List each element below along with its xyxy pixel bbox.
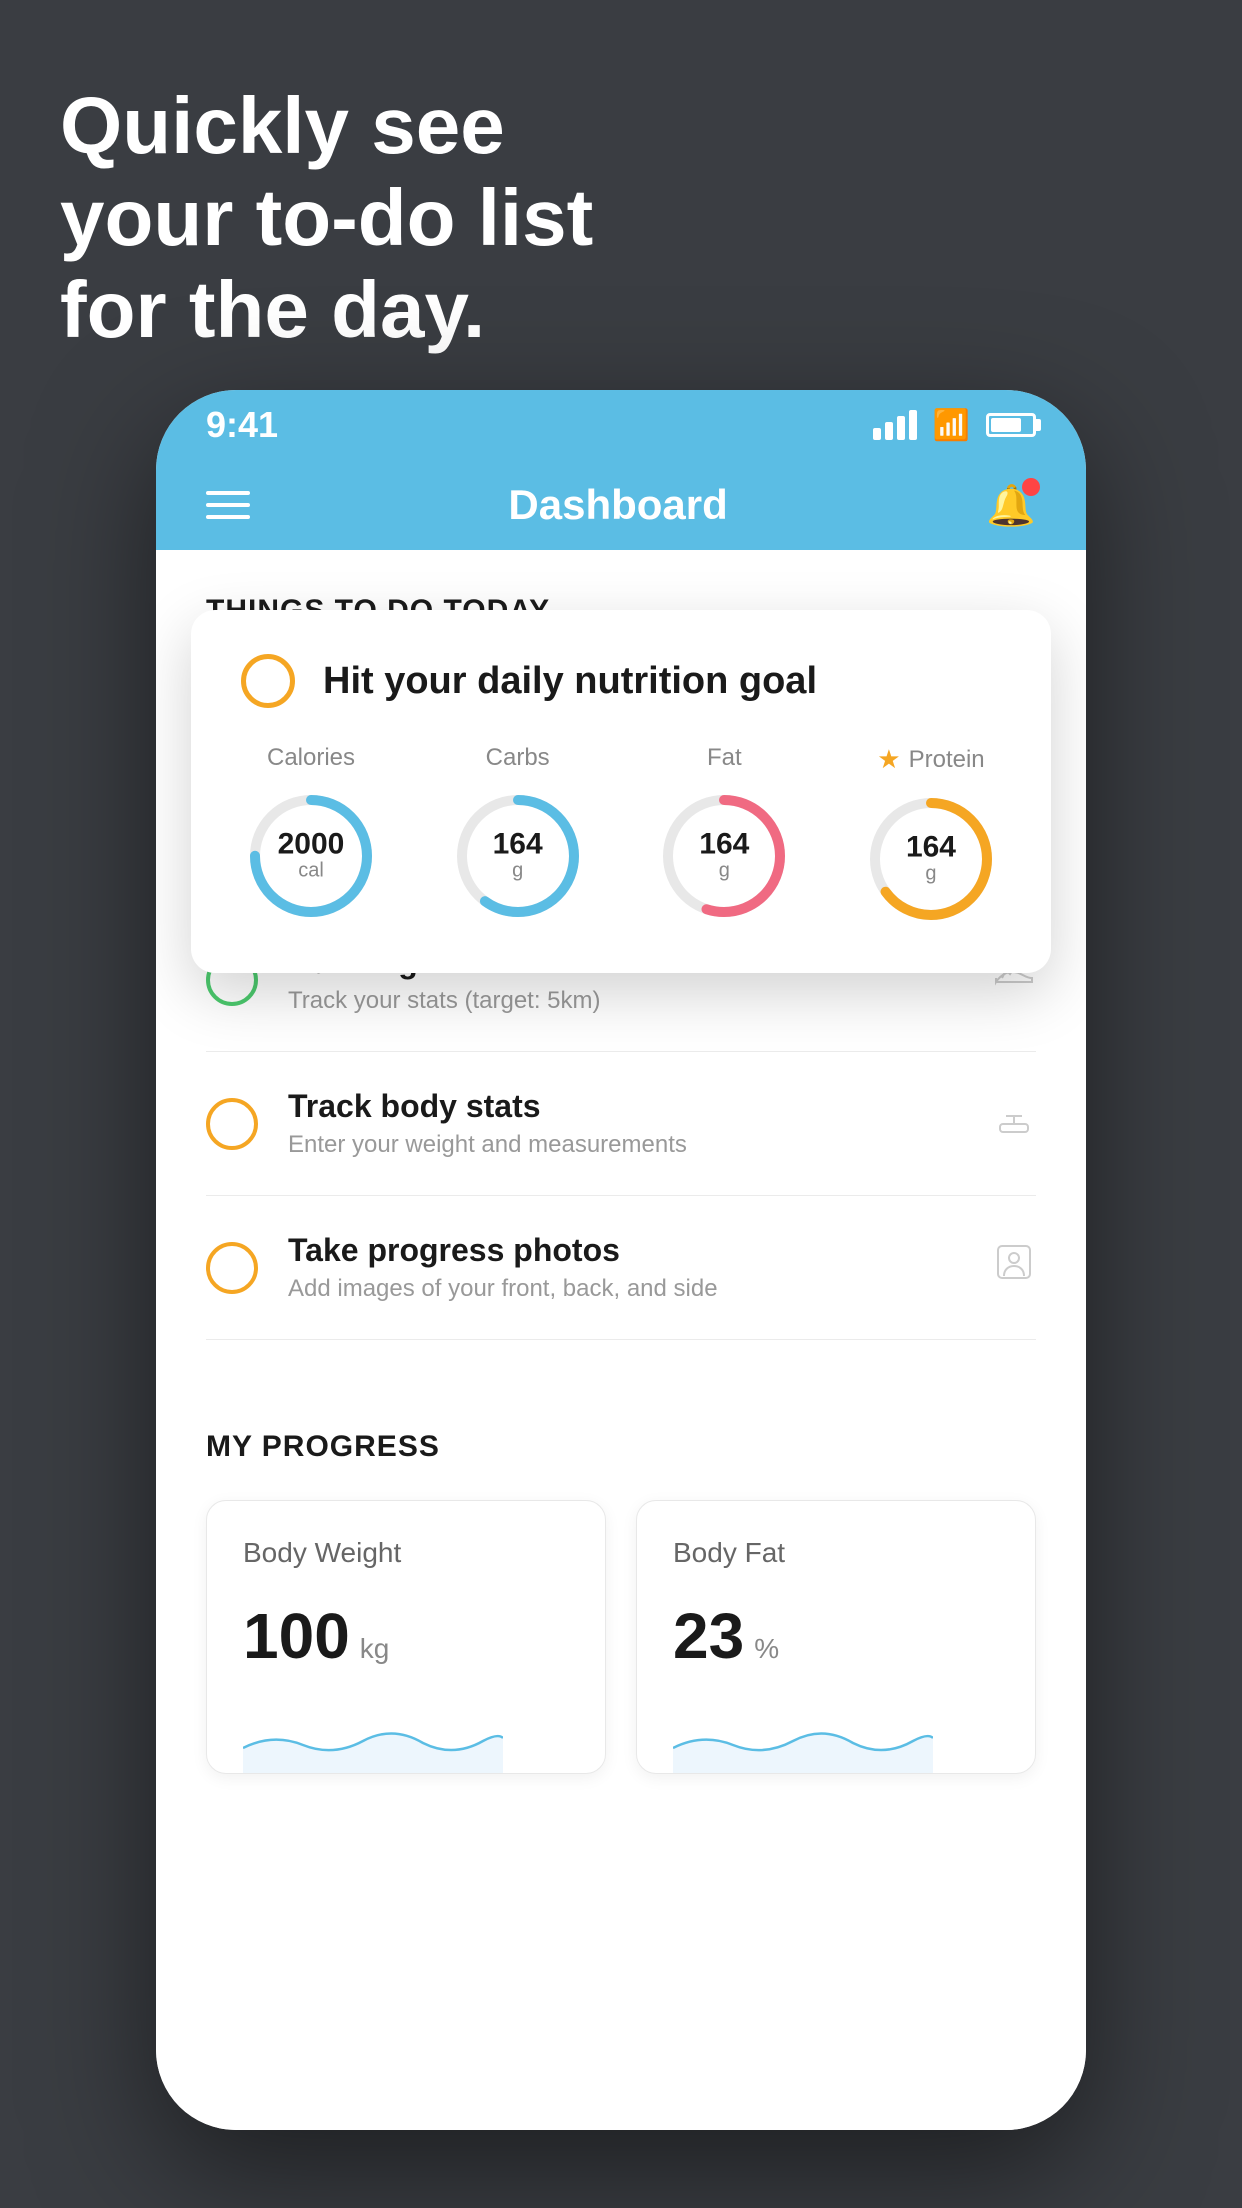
nutrition-circle: 164 g: [861, 789, 1001, 929]
todo-subtitle: Track your stats (target: 5km): [288, 987, 601, 1015]
headline-line1: Quickly see: [60, 80, 593, 172]
nutrition-label-row: Carbs: [486, 744, 550, 772]
phone-content: THINGS TO DO TODAY Hit your daily nutrit…: [156, 550, 1086, 2130]
nutrition-circle: 164 g: [448, 786, 588, 926]
progress-section: MY PROGRESS Body Weight 100 kg Body Fat …: [156, 1380, 1086, 1774]
notification-button[interactable]: 🔔: [986, 482, 1036, 529]
progress-card[interactable]: Body Weight 100 kg: [206, 1500, 606, 1774]
menu-button[interactable]: [206, 491, 250, 519]
todo-circle-nutrition: [241, 654, 295, 708]
progress-card-title: Body Weight: [243, 1537, 569, 1569]
progress-card[interactable]: Body Fat 23 %: [636, 1500, 1036, 1774]
nutrition-circle: 164 g: [654, 786, 794, 926]
status-time: 9:41: [206, 404, 278, 446]
signal-icon: [873, 410, 917, 440]
wave-svg: [243, 1703, 503, 1773]
todo-title: Track body stats: [288, 1088, 687, 1125]
nutrition-grid: Calories 2000 cal Carbs 164 g Fat: [241, 744, 1001, 929]
nutrition-value: 164: [699, 830, 749, 860]
progress-header: MY PROGRESS: [206, 1430, 1036, 1464]
phone-frame: 9:41 📶 Dashboard 🔔 THINGS TO DO TODAY: [156, 390, 1086, 2130]
circle-center: 2000 cal: [278, 830, 345, 883]
progress-value: 23: [673, 1599, 744, 1673]
todo-subtitle: Enter your weight and measurements: [288, 1131, 687, 1159]
nutrition-value: 2000: [278, 830, 345, 860]
nutrition-unit: g: [493, 860, 543, 883]
todo-icon: [992, 1240, 1036, 1295]
circle-center: 164 g: [699, 830, 749, 883]
todo-item[interactable]: Track body stats Enter your weight and m…: [206, 1052, 1036, 1196]
progress-value-row: 100 kg: [243, 1599, 569, 1673]
nutrition-circle: 2000 cal: [241, 786, 381, 926]
todo-text: Track body stats Enter your weight and m…: [288, 1088, 687, 1159]
nutrition-label: Carbs: [486, 744, 550, 772]
star-icon: ★: [877, 744, 900, 775]
headline-line3: for the day.: [60, 264, 593, 356]
nutrition-item: Fat 164 g: [654, 744, 794, 926]
nutrition-label-row: Fat: [707, 744, 742, 772]
nutrition-unit: g: [699, 860, 749, 883]
progress-cards: Body Weight 100 kg Body Fat 23 %: [206, 1500, 1036, 1774]
nav-title: Dashboard: [508, 481, 727, 529]
progress-value-row: 23 %: [673, 1599, 999, 1673]
todo-item[interactable]: Take progress photos Add images of your …: [206, 1196, 1036, 1340]
progress-value: 100: [243, 1599, 350, 1673]
headline-line2: your to-do list: [60, 172, 593, 264]
progress-card-title: Body Fat: [673, 1537, 999, 1569]
todo-checkbox[interactable]: [206, 1098, 258, 1150]
headline: Quickly see your to-do list for the day.: [60, 80, 593, 356]
nutrition-item: Calories 2000 cal: [241, 744, 381, 926]
nutrition-label: Protein: [909, 746, 985, 774]
progress-unit: %: [754, 1633, 779, 1665]
wave-chart: [243, 1703, 569, 1773]
nutrition-card: Hit your daily nutrition goal Calories 2…: [191, 610, 1051, 973]
nutrition-unit: cal: [278, 860, 345, 883]
nutrition-label-row: ★ Protein: [877, 744, 984, 775]
progress-unit: kg: [360, 1633, 390, 1665]
status-icons: 📶: [873, 408, 1036, 443]
nav-bar: Dashboard 🔔: [156, 460, 1086, 550]
nutrition-value: 164: [906, 833, 956, 863]
todo-checkbox[interactable]: [206, 1242, 258, 1294]
notification-dot: [1022, 478, 1040, 496]
todo-title: Take progress photos: [288, 1232, 718, 1269]
wifi-icon: 📶: [933, 408, 970, 443]
todo-subtitle: Add images of your front, back, and side: [288, 1275, 718, 1303]
status-bar: 9:41 📶: [156, 390, 1086, 460]
nutrition-label: Calories: [267, 744, 355, 772]
nutrition-value: 164: [493, 830, 543, 860]
circle-center: 164 g: [493, 830, 543, 883]
wave-svg: [673, 1703, 933, 1773]
todo-left: Track body stats Enter your weight and m…: [206, 1088, 687, 1159]
nutrition-item: ★ Protein 164 g: [861, 744, 1001, 929]
battery-icon: [986, 413, 1036, 437]
wave-chart: [673, 1703, 999, 1773]
nutrition-item: Carbs 164 g: [448, 744, 588, 926]
card-title-row: Hit your daily nutrition goal: [241, 654, 1001, 708]
circle-center: 164 g: [906, 833, 956, 886]
nutrition-label-row: Calories: [267, 744, 355, 772]
nutrition-label: Fat: [707, 744, 742, 772]
todo-text: Take progress photos Add images of your …: [288, 1232, 718, 1303]
todo-icon: [992, 1096, 1036, 1151]
nutrition-unit: g: [906, 863, 956, 886]
todo-left: Take progress photos Add images of your …: [206, 1232, 718, 1303]
card-title: Hit your daily nutrition goal: [323, 660, 817, 703]
